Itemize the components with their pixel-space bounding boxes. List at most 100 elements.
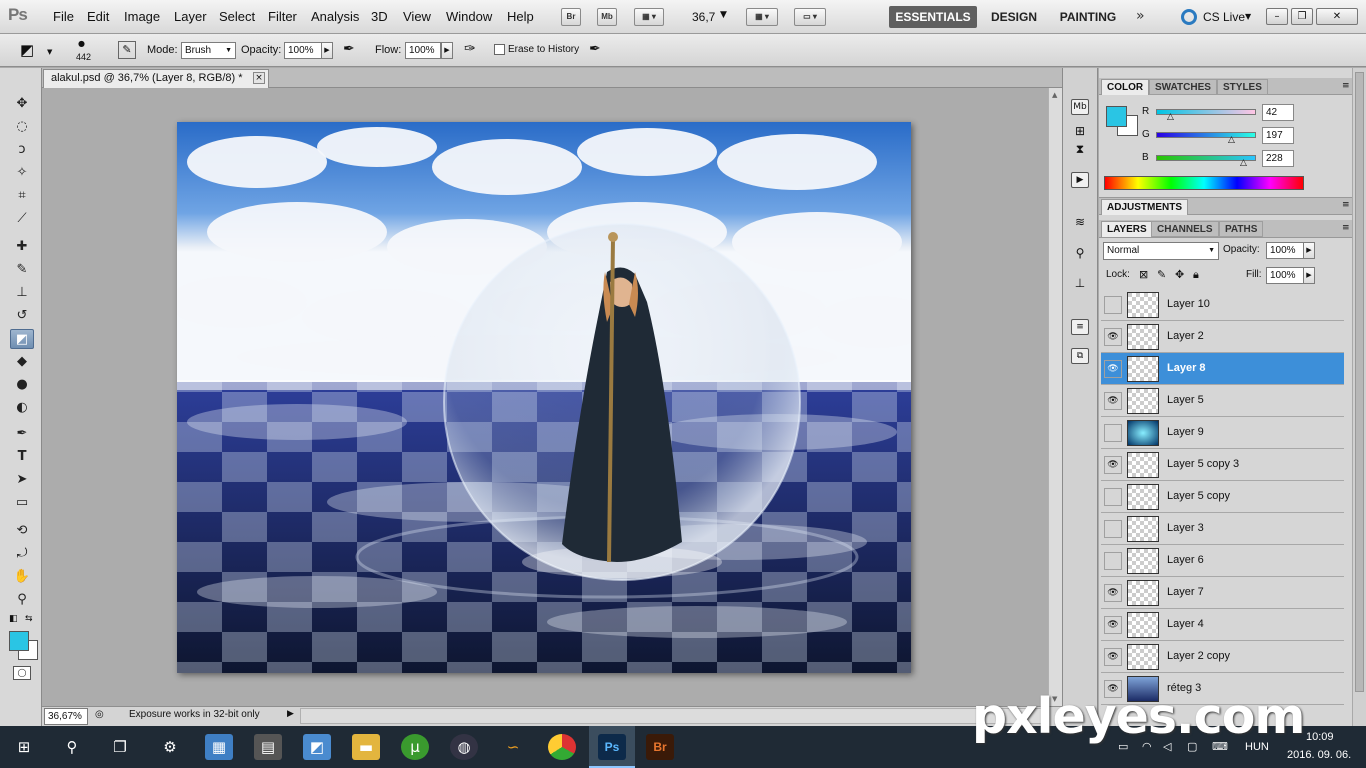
red-value-field[interactable]: 42 [1262,104,1294,121]
mini-bridge-button[interactable]: Mb [597,8,617,26]
visibility-toggle[interactable] [1104,424,1122,442]
tablet-pressure-opacity-icon[interactable]: ✒ [343,41,355,57]
flow-slider-toggle[interactable]: ▶ [441,42,453,59]
document-close-button[interactable]: × [253,72,265,84]
lock-all-icon[interactable]: 🔒︎ [1193,268,1199,282]
cs-live-label[interactable]: CS Live [1203,10,1245,24]
green-slider-handle-icon[interactable]: △ [1228,135,1235,145]
photoshop-icon[interactable]: Ps [598,734,626,760]
healing-brush-tool-icon[interactable]: ✚ [10,237,34,257]
rectangle-tool-icon[interactable]: ▭ [10,493,34,513]
panel-menu-icon[interactable]: ≡ [1342,223,1350,233]
layer-row[interactable]: 👁︎ Layer 8 [1101,353,1344,385]
lock-transparency-icon[interactable]: ⊠ [1139,268,1148,281]
bridge-button[interactable]: Br [561,8,581,26]
red-slider-handle-icon[interactable]: △ [1167,112,1174,122]
quick-mask-icon[interactable]: ◯ [13,666,31,680]
chevron-down-icon[interactable]: ▼ [720,10,727,20]
visibility-toggle[interactable] [1104,296,1122,314]
chrome-icon[interactable] [548,734,576,760]
task-view-icon[interactable]: ❐ [106,734,134,760]
eraser-tool-icon[interactable]: ◩ [10,329,34,349]
opacity-field[interactable]: 100% [284,42,322,59]
workspace-essentials[interactable]: ESSENTIALS [889,6,977,28]
tab-channels[interactable]: CHANNELS [1151,221,1219,237]
layer-comps-icon[interactable]: ⧉ [1071,348,1089,364]
marquee-tool-icon[interactable]: ◌ [10,117,34,137]
document-tab[interactable]: alakul.psd @ 36,7% (Layer 8, RGB/8) * [43,69,269,88]
app-swirl-icon[interactable]: ∽ [499,734,527,760]
tablet-pressure-size-icon[interactable]: ✒ [589,41,601,57]
menu-filter[interactable]: Filter [268,9,297,24]
eye-icon[interactable]: 👁︎ [1104,456,1122,474]
green-value-field[interactable]: 197 [1262,127,1294,144]
actions-panel-icon[interactable]: ▶ [1071,172,1089,188]
arrange-documents-dropdown[interactable]: ▦ ▾ [746,8,778,26]
canvas-vertical-scrollbar[interactable]: ▲ ▼ [1048,88,1062,706]
control-panel-icon[interactable]: ▦ [205,734,233,760]
eyedropper-tool-icon[interactable]: ⟋ [10,209,34,229]
history-brush-tool-icon[interactable]: ↺ [10,306,34,326]
menu-analysis[interactable]: Analysis [311,9,359,24]
blue-value-field[interactable]: 228 [1262,150,1294,167]
default-colors-icon[interactable]: ◧ [9,614,18,624]
opacity-slider-toggle[interactable]: ▶ [321,42,333,59]
restore-button[interactable]: ❐ [1291,8,1313,25]
windows-start-icon[interactable]: ⊞ [10,734,38,760]
zoom-level-display[interactable]: 36,7 [692,10,715,24]
notes-panel-icon[interactable]: ≡ [1071,319,1089,335]
tab-color[interactable]: COLOR [1101,79,1150,95]
layer-row[interactable]: 👁︎ Layer 2 [1101,321,1344,353]
brush-presets-icon[interactable]: ≋ [1071,215,1089,231]
document-image[interactable] [177,122,911,673]
eraser-tool-preset-icon[interactable]: ◩ [20,41,34,59]
tab-paths[interactable]: PATHS [1219,221,1264,237]
move-tool-icon[interactable]: ✥ [10,94,34,114]
panel-menu-icon[interactable]: ≡ [1342,200,1350,210]
paragraph-panel-icon[interactable]: ⊥ [1071,276,1089,292]
color-panel-foreground-swatch[interactable] [1106,106,1127,127]
layer-row[interactable]: 👁︎ Layer 7 [1101,577,1344,609]
clock-date[interactable]: 2016. 09. 06. [1287,749,1351,761]
paint-bucket-tool-icon[interactable]: ◆ [10,352,34,372]
quick-selection-tool-icon[interactable]: ✧ [10,163,34,183]
blend-mode-select[interactable]: Normal ▼ [1103,242,1219,260]
color-spectrum-bar[interactable] [1104,176,1304,190]
utorrent-icon[interactable]: µ [401,734,429,760]
clone-source-icon[interactable]: ⚲ [1071,246,1089,262]
lock-position-icon[interactable]: ✥ [1175,268,1184,281]
layer-row[interactable]: Layer 10 [1101,289,1344,321]
tab-styles[interactable]: STYLES [1217,79,1268,95]
menu-window[interactable]: Window [446,9,492,24]
close-button[interactable]: ✕ [1316,8,1358,25]
mini-bridge-panel-icon[interactable]: Mb [1071,99,1089,115]
foreground-color-swatch[interactable] [9,631,29,651]
type-tool-icon[interactable]: T [10,447,34,467]
chevron-down-icon[interactable]: ▼ [1245,12,1251,21]
menu-file[interactable]: File [53,9,74,24]
settings-gear-icon[interactable]: ⚙ [156,734,184,760]
fill-slider-toggle[interactable]: ▶ [1303,267,1315,284]
eye-icon[interactable]: 👁︎ [1104,648,1122,666]
panel-menu-icon[interactable]: ≡ [1342,81,1350,91]
layer-opacity-slider-toggle[interactable]: ▶ [1303,242,1315,259]
layer-row[interactable]: Layer 9 [1101,417,1344,449]
more-workspaces-icon[interactable]: » [1136,8,1145,24]
layer-row[interactable]: Layer 5 copy [1101,481,1344,513]
bridge-icon[interactable]: Br [646,734,674,760]
path-selection-tool-icon[interactable]: ➤ [10,470,34,490]
tab-adjustments[interactable]: ADJUSTMENTS [1101,199,1189,215]
layer-row[interactable]: Layer 3 [1101,513,1344,545]
tab-swatches[interactable]: SWATCHES [1149,79,1217,95]
canvas-horizontal-scrollbar[interactable] [300,708,1048,724]
brush-tip-icon[interactable]: ● [78,39,85,48]
brush-panel-toggle-icon[interactable]: ✎ [118,41,136,59]
extras-dropdown[interactable]: ▦ ▾ [634,8,664,26]
layer-row[interactable]: 👁︎ Layer 5 copy 3 [1101,449,1344,481]
visibility-toggle[interactable] [1104,552,1122,570]
eye-icon[interactable]: 👁︎ [1104,360,1122,378]
layer-opacity-field[interactable]: 100% [1266,242,1304,259]
blue-slider-handle-icon[interactable]: △ [1240,158,1247,168]
eye-icon[interactable]: 👁︎ [1104,616,1122,634]
green-slider[interactable] [1156,132,1256,138]
